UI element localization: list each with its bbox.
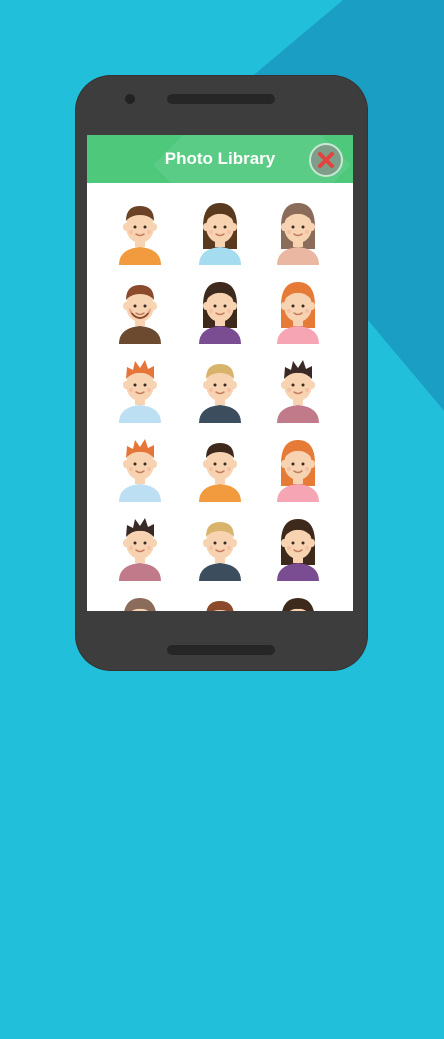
avatar-item[interactable] [105, 272, 175, 344]
avatar-item[interactable] [105, 588, 175, 611]
avatar-icon [119, 285, 161, 344]
avatar-item[interactable] [185, 588, 255, 611]
avatar-icon [277, 203, 319, 265]
close-button[interactable] [309, 143, 343, 177]
avatar-item[interactable] [185, 272, 255, 344]
close-icon [318, 152, 334, 168]
avatar-icon [199, 522, 241, 581]
avatar-item[interactable] [105, 509, 175, 581]
avatar-icon [277, 440, 319, 502]
avatar-item[interactable] [185, 351, 255, 423]
phone-speaker-bottom [167, 645, 275, 655]
avatar-icon [199, 364, 241, 423]
avatar-item[interactable] [263, 351, 333, 423]
avatar-item[interactable] [263, 509, 333, 581]
avatar-icon [206, 601, 234, 611]
avatar-item[interactable] [105, 193, 175, 265]
avatar-item[interactable] [263, 193, 333, 265]
avatar-icon [277, 282, 319, 344]
app-header: Photo Library [87, 135, 353, 183]
avatar-item[interactable] [105, 430, 175, 502]
avatar-icon [282, 598, 314, 611]
avatar-item[interactable] [105, 351, 175, 423]
avatar-icon [119, 360, 161, 423]
app-screen: Photo Library [87, 135, 353, 611]
avatar-icon [119, 206, 161, 265]
phone-speaker-top [167, 94, 275, 104]
avatar-icon [119, 439, 161, 502]
avatar-icon [124, 598, 156, 611]
avatar-item[interactable] [185, 193, 255, 265]
avatar-item[interactable] [263, 588, 333, 611]
avatar-item[interactable] [185, 509, 255, 581]
avatar-icon [199, 203, 241, 265]
phone-camera [125, 94, 135, 104]
avatar-icon [277, 360, 319, 423]
avatar-item[interactable] [263, 430, 333, 502]
phone-frame: Photo Library [75, 75, 368, 671]
avatar-item[interactable] [185, 430, 255, 502]
avatar-grid [87, 183, 353, 611]
avatar-icon [119, 518, 161, 581]
avatar-icon [199, 443, 241, 502]
avatar-item[interactable] [263, 272, 333, 344]
avatar-icon [199, 282, 241, 344]
avatar-icon [277, 519, 319, 581]
